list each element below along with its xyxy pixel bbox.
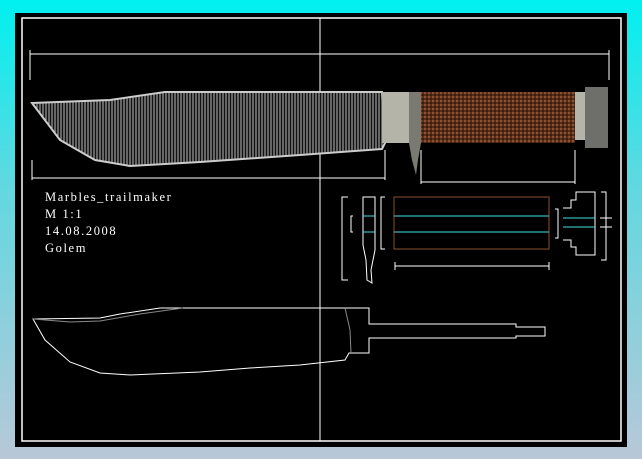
guard <box>382 92 409 143</box>
drawing-date: 14.08.2008 <box>45 224 118 238</box>
handle-side-view <box>393 196 550 270</box>
pommel-spacer <box>575 92 585 140</box>
handle-length-dimension <box>420 150 576 184</box>
guard-side-view <box>341 196 385 284</box>
drawing-name: Marbles_trailmaker <box>45 190 173 204</box>
blade-blank-outline <box>32 307 546 376</box>
handle <box>421 92 575 143</box>
drawing-author: Golem <box>45 241 88 255</box>
bevel-line <box>32 307 184 323</box>
pommel <box>585 87 608 148</box>
title-block: Marbles_trailmaker M 1:1 14.08.2008 Gole… <box>45 189 172 257</box>
finger-hook <box>409 92 421 175</box>
drawing-scale: M 1:1 <box>45 207 84 221</box>
ricasso-line <box>344 307 352 354</box>
blade-rendered <box>30 91 387 168</box>
pommel-side-view <box>555 191 612 261</box>
